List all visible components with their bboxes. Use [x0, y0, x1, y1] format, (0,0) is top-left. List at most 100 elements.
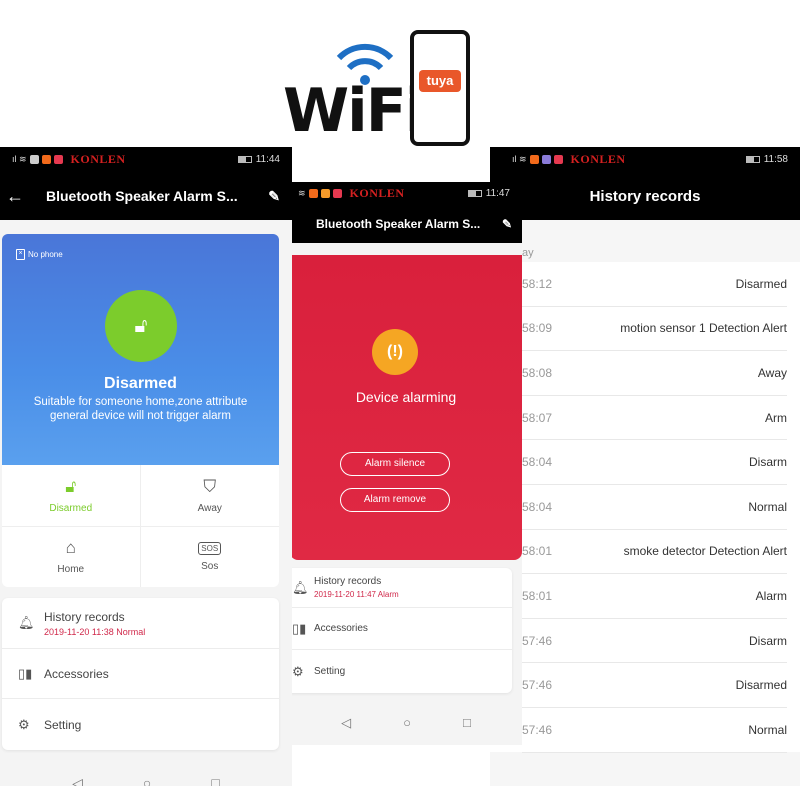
record-event: Alarm — [755, 588, 787, 603]
mode-label: Away — [197, 502, 222, 514]
menu-item-accessories[interactable]: ▯▮ Accessories — [2, 649, 279, 699]
menu-label: History records — [314, 576, 382, 587]
wifi-tuya-logo: WiFi tuya — [283, 28, 473, 148]
wifi-wordmark: WiFi — [283, 76, 425, 146]
history-record[interactable]: 58:04 Disarm — [522, 440, 787, 485]
history-list: 58:12 Disarmed 58:09 motion sensor 1 Detect… — [490, 262, 800, 753]
status-time: 11:44 — [255, 154, 280, 165]
record-event: Normal — [748, 722, 787, 737]
menu-item-history-records[interactable]: 🔔︎ History records 2019-11-20 11:47 Alarm — [290, 568, 512, 608]
history-record[interactable]: 58:08 Away — [522, 351, 787, 396]
record-time: 57:46 — [522, 722, 553, 737]
menu-item-history-records[interactable]: 🔔︎ History records 2019-11-20 11:38 Normal — [2, 598, 279, 649]
mode-grid: 🔓︎ Disarmed ⛉ Away ⌂ Home SOS Sos — [2, 465, 279, 587]
battery-icon — [467, 190, 482, 197]
no-sim-icon: × — [16, 249, 25, 260]
record-event: motion sensor 1 Detection Alert — [620, 321, 787, 336]
history-record[interactable]: 58:09 motion sensor 1 Detection Alert — [522, 307, 787, 352]
disarmed-screen: ıl ≋ KONLEN 11:44 ← Bluetooth Speaker Al… — [0, 147, 292, 786]
back-nav-icon[interactable]: ◁ — [72, 775, 83, 786]
alarming-screen: ≋ KONLEN 11:47 Bluetooth Speaker Alarm S… — [290, 182, 522, 745]
shield-check-icon: ⛉ — [203, 476, 217, 496]
alarm-icon: (!) — [372, 329, 418, 375]
history-record[interactable]: 57:46 Normal — [522, 708, 787, 753]
mode-label: Disarmed — [49, 502, 93, 514]
alarm-remove-button[interactable]: Alarm remove — [340, 488, 450, 512]
record-event: Disarmed — [735, 678, 787, 693]
record-time: 58:08 — [522, 365, 553, 380]
unlock-icon: 🔓︎ — [65, 476, 77, 496]
record-event: Disarm — [749, 633, 787, 648]
status-desc-1: Suitable for someone home,zone attribute — [33, 396, 248, 408]
alarm-silence-button[interactable]: Alarm silence — [340, 452, 450, 476]
status-desc-2: general device will not trigger alarm — [50, 410, 231, 422]
home-nav-icon[interactable]: ○ — [143, 775, 151, 786]
history-record[interactable]: 58:12 Disarmed — [522, 262, 787, 307]
menu-card: 🔔︎ History records 2019-11-20 11:47 Alarm ▯… — [290, 568, 512, 693]
no-phone-label: No phone — [28, 250, 63, 259]
record-event: Arm — [765, 410, 787, 425]
tuya-badge: tuya — [419, 70, 461, 92]
alarm-banner: (!) Device alarming Alarm silence Alarm … — [290, 255, 522, 560]
recents-nav-icon[interactable]: □ — [463, 715, 471, 731]
edit-icon[interactable]: ✎ — [268, 188, 280, 205]
record-time: 58:01 — [522, 544, 553, 559]
history-record[interactable]: 58:04 Normal — [522, 485, 787, 530]
page-title: History records — [490, 172, 800, 220]
menu-label: Setting — [314, 666, 346, 677]
record-event: Disarm — [749, 455, 787, 470]
mode-sos-button[interactable]: SOS Sos — [141, 527, 280, 588]
menu-item-accessories[interactable]: ▯▮ Accessories — [290, 608, 512, 650]
history-screen: ıl ≋ KONLEN 11:58 History records ay 58:… — [490, 147, 800, 786]
status-banner: × No phone 🔓︎ Disarmed Suitable for some… — [2, 234, 279, 465]
accessories-icon: ▯▮ — [18, 665, 33, 681]
menu-card: 🔔︎ History records 2019-11-20 11:38 Normal… — [2, 598, 279, 750]
record-time: 57:46 — [522, 678, 553, 693]
mode-label: Sos — [201, 560, 219, 572]
menu-label: Accessories — [314, 623, 368, 634]
page-title: Bluetooth Speaker Alarm S... — [316, 217, 481, 231]
mode-away-button[interactable]: ⛉ Away — [140, 465, 279, 527]
history-record[interactable]: 58:07 Arm — [522, 396, 787, 441]
alarm-status-title: Device alarming — [355, 389, 457, 405]
record-event: Away — [757, 365, 787, 380]
home-nav-icon[interactable]: ○ — [403, 715, 411, 731]
battery-icon — [745, 156, 760, 163]
back-arrow-icon[interactable]: ← — [6, 186, 24, 207]
mode-home-button[interactable]: ⌂ Home — [2, 526, 141, 587]
back-nav-icon[interactable]: ◁ — [341, 715, 351, 731]
menu-item-setting[interactable]: ⚙ Setting — [2, 699, 279, 750]
history-record[interactable]: 58:01 Alarm — [522, 574, 787, 619]
menu-label: Accessories — [44, 666, 109, 681]
mode-disarmed-button[interactable]: 🔓︎ Disarmed — [2, 465, 141, 527]
nav-bar: ◁ ○ □ — [0, 775, 292, 786]
bell-icon: 🔔︎ — [18, 615, 35, 630]
unlock-status-icon: 🔓︎ — [105, 290, 177, 362]
status-time: 11:47 — [485, 188, 510, 199]
menu-sub: 2019-11-20 11:38 Normal — [44, 626, 146, 637]
sos-icon: SOS — [198, 541, 222, 555]
menu-label: History records — [44, 609, 125, 624]
brand-logo: KONLEN — [70, 152, 126, 166]
menu-item-setting[interactable]: ⚙ Setting — [290, 650, 512, 693]
menu-label: Setting — [44, 717, 82, 732]
mode-label: Home — [57, 564, 85, 576]
nav-bar: ◁ ○ □ — [290, 715, 522, 731]
date-section-label: ay — [522, 247, 534, 259]
status-title: Disarmed — [104, 375, 177, 392]
history-record[interactable]: 58:01 smoke detector Detection Alert — [522, 530, 787, 575]
page-title: Bluetooth Speaker Alarm S... — [46, 188, 238, 204]
status-time: 11:58 — [763, 154, 788, 165]
brand-logo: KONLEN — [349, 186, 405, 200]
record-time: 58:12 — [522, 276, 553, 291]
gear-icon: ⚙ — [292, 663, 304, 679]
home-icon: ⌂ — [65, 538, 76, 558]
edit-icon[interactable]: ✎ — [502, 217, 512, 231]
battery-icon — [237, 156, 252, 163]
record-time: 58:07 — [522, 410, 553, 425]
history-record[interactable]: 57:46 Disarm — [522, 619, 787, 664]
bell-icon: 🔔︎ — [292, 579, 309, 595]
history-record[interactable]: 57:46 Disarmed — [522, 663, 787, 708]
gear-icon: ⚙ — [18, 716, 30, 732]
recents-nav-icon[interactable]: □ — [211, 775, 219, 786]
